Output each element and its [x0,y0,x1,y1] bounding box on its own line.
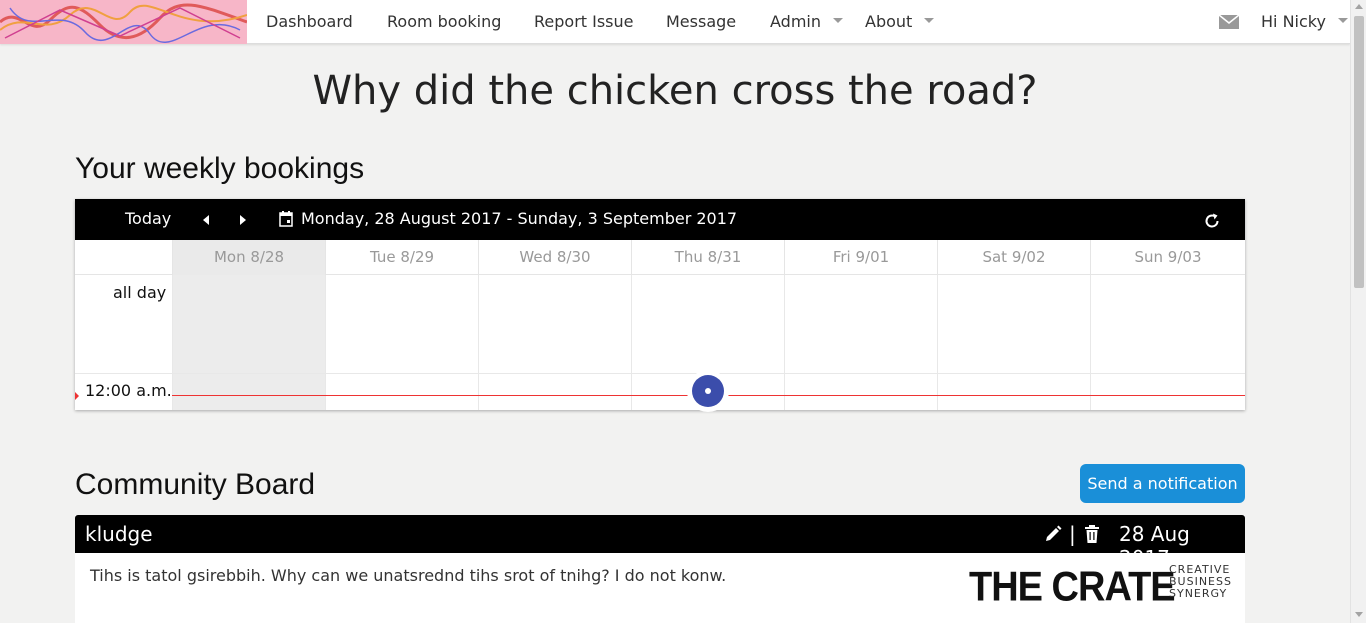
day-column[interactable] [172,275,325,410]
day-column[interactable] [325,275,478,410]
bookings-heading: Your weekly bookings [75,152,365,185]
trash-icon[interactable] [1084,525,1100,543]
crate-logo-main: THE CRATE [969,564,1176,611]
user-greeting: Hi Nicky [1261,12,1326,31]
post-header: kludge | 28 Aug 2017 [75,515,1245,570]
pencil-icon[interactable] [1044,525,1062,543]
refresh-icon[interactable] [1203,212,1221,230]
day-header-mon: Mon 8/28 [172,240,325,275]
nav-about-dropdown[interactable]: About [865,12,935,31]
community-post: kludge | 28 Aug 2017 Tihs is tatol gsire… [75,515,1245,623]
scrollbar-thumb[interactable] [1354,16,1364,288]
nav-about-label: About [865,12,913,31]
nav-admin-label: Admin [770,12,821,31]
nav-dashboard[interactable]: Dashboard [266,12,353,31]
nav-admin-dropdown[interactable]: Admin [770,12,843,31]
time-slot-label: 12:00 a.m. [85,381,172,400]
day-column[interactable] [937,275,1090,410]
scroll-down-arrow-icon[interactable] [1355,612,1363,617]
calendar-day-headers: Mon 8/28 Tue 8/29 Wed 8/30 Thu 8/31 Fri … [75,240,1245,275]
add-booking-button[interactable] [692,375,724,407]
the-crate-logo-image: THE CRATE CREATIVE BUSINESS SYNERGY [969,564,1231,614]
chevron-down-icon [1337,18,1348,23]
calendar-today-button[interactable]: Today [125,209,171,228]
day-column[interactable] [784,275,937,410]
day-column[interactable] [1090,275,1245,410]
page-headline: Why did the chicken cross the road? [312,68,1038,114]
day-header-wed: Wed 8/30 [478,240,631,275]
crate-logo-sub: CREATIVE BUSINESS SYNERGY [1169,564,1232,600]
calendar-icon[interactable] [279,211,293,227]
post-title: kludge [85,522,153,546]
day-header-tue: Tue 8/29 [325,240,478,275]
community-heading: Community Board [75,468,316,501]
chevron-down-icon [924,18,935,23]
nav-room-booking[interactable]: Room booking [387,12,501,31]
now-indicator-arrow-icon [75,392,79,400]
envelope-icon[interactable] [1219,15,1239,29]
calendar-toolbar: Today Monday, 28 August 2017 - Sunday, 3… [75,199,1245,240]
weekly-calendar: Today Monday, 28 August 2017 - Sunday, 3… [75,199,1245,410]
send-notification-button[interactable]: Send a notification [1080,464,1245,503]
day-header-sat: Sat 9/02 [937,240,1090,275]
post-body: Tihs is tatol gsirebbih. Why can we unat… [90,566,727,585]
calendar-date-range[interactable]: Monday, 28 August 2017 - Sunday, 3 Septe… [301,209,737,228]
day-header-sun: Sun 9/03 [1090,240,1245,275]
next-week-icon[interactable] [240,215,246,225]
page-scrollbar[interactable] [1350,0,1366,623]
top-navbar: Dashboard Room booking Report Issue Mess… [0,0,1350,44]
day-header-fri: Fri 9/01 [784,240,937,275]
user-menu[interactable]: Hi Nicky [1261,12,1348,31]
scroll-up-arrow-icon[interactable] [1355,4,1363,9]
all-day-label: all day [113,283,167,302]
day-header-thu: Thu 8/31 [631,240,784,275]
day-column[interactable] [478,275,631,410]
site-logo[interactable] [0,0,247,44]
crate-logo-sub-line: SYNERGY [1169,587,1228,600]
chevron-down-icon [833,18,843,23]
nav-report-issue[interactable]: Report Issue [534,12,634,31]
row-divider [75,373,1245,374]
prev-week-icon[interactable] [203,215,209,225]
post-action-separator: | [1069,522,1076,546]
nav-message[interactable]: Message [666,12,736,31]
